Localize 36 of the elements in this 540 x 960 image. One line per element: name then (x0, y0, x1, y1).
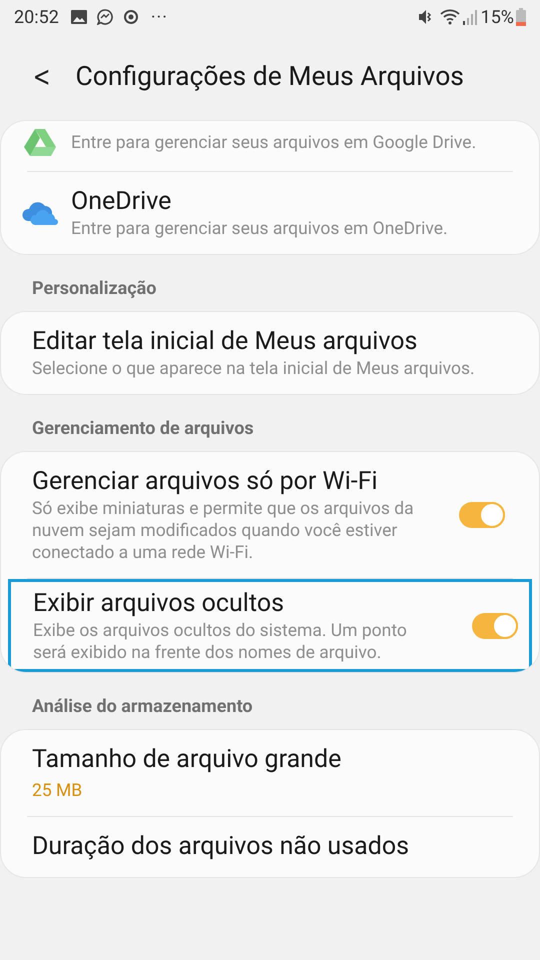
back-button[interactable]: < (32, 63, 51, 91)
setting-row[interactable]: Duração dos arquivos não usados (1, 817, 539, 877)
setting-row[interactable]: OneDrive Entre para gerenciar seus arquivos em OneDrive. (1, 172, 539, 254)
setting-row[interactable]: Tamanho de arquivo grande 25 MB (1, 730, 539, 816)
mute-icon (418, 9, 434, 25)
image-icon (70, 10, 87, 24)
section-heading: Personalização (31, 277, 158, 301)
more-notifications: ··· (150, 6, 168, 30)
setting-description: Entre para gerenciar seus arquivos em OneDrive. (71, 218, 449, 240)
sync-icon (122, 9, 139, 25)
toggle-switch[interactable] (459, 502, 505, 528)
setting-title: Editar tela inicial de Meus arquivos (32, 326, 418, 358)
setting-row[interactable]: Gerenciar arquivos só por Wi-Fi Só exibe miniaturas e permite que os arquivos da nuvem sejam modificados quando você estiver conectado a uma rede Wi-Fi. (1, 452, 539, 578)
setting-title: Exibir arquivos ocultos (33, 588, 285, 620)
battery-icon (516, 8, 526, 26)
setting-title: Tamanho de arquivo grande (32, 744, 342, 776)
setting-description: Só exibe miniaturas e permite que os arquivos da nuvem sejam modificados quando você estiver conectado a uma rede Wi-Fi. (32, 498, 415, 564)
toggle-switch[interactable] (472, 613, 518, 639)
setting-row[interactable]: Editar tela inicial de Meus arquivos Selecione o que aparece na tela inicial de Meus arquivos. (1, 312, 539, 394)
cloud-icon (22, 201, 58, 225)
chat-bubble-icon (96, 9, 113, 25)
setting-description: Exibe os arquivos ocultos do sistema. Um ponto será exibido na frente dos nomes de arquivo. (33, 620, 408, 664)
page-title: Configurações de Meus Arquivos (75, 60, 464, 94)
signal-icon (462, 9, 477, 25)
section-heading: Análise do armazenamento (31, 695, 254, 719)
wifi-icon (440, 9, 460, 25)
setting-title: Duração dos arquivos não usados (32, 831, 410, 863)
battery-percent: 15% (480, 6, 514, 30)
setting-description: Selecione o que aparece na tela inicial de Meus arquivos. (32, 358, 476, 380)
setting-title: OneDrive (71, 186, 172, 218)
triangle-logo-icon (24, 129, 56, 157)
setting-value: 25 MB (32, 780, 84, 802)
setting-title: Gerenciar arquivos só por Wi-Fi (32, 466, 379, 498)
section-heading: Gerenciamento de arquivos (31, 417, 255, 441)
setting-description: Entre para gerenciar seus arquivos em Google Drive. (71, 132, 478, 154)
status-time: 20:52 (14, 6, 59, 30)
